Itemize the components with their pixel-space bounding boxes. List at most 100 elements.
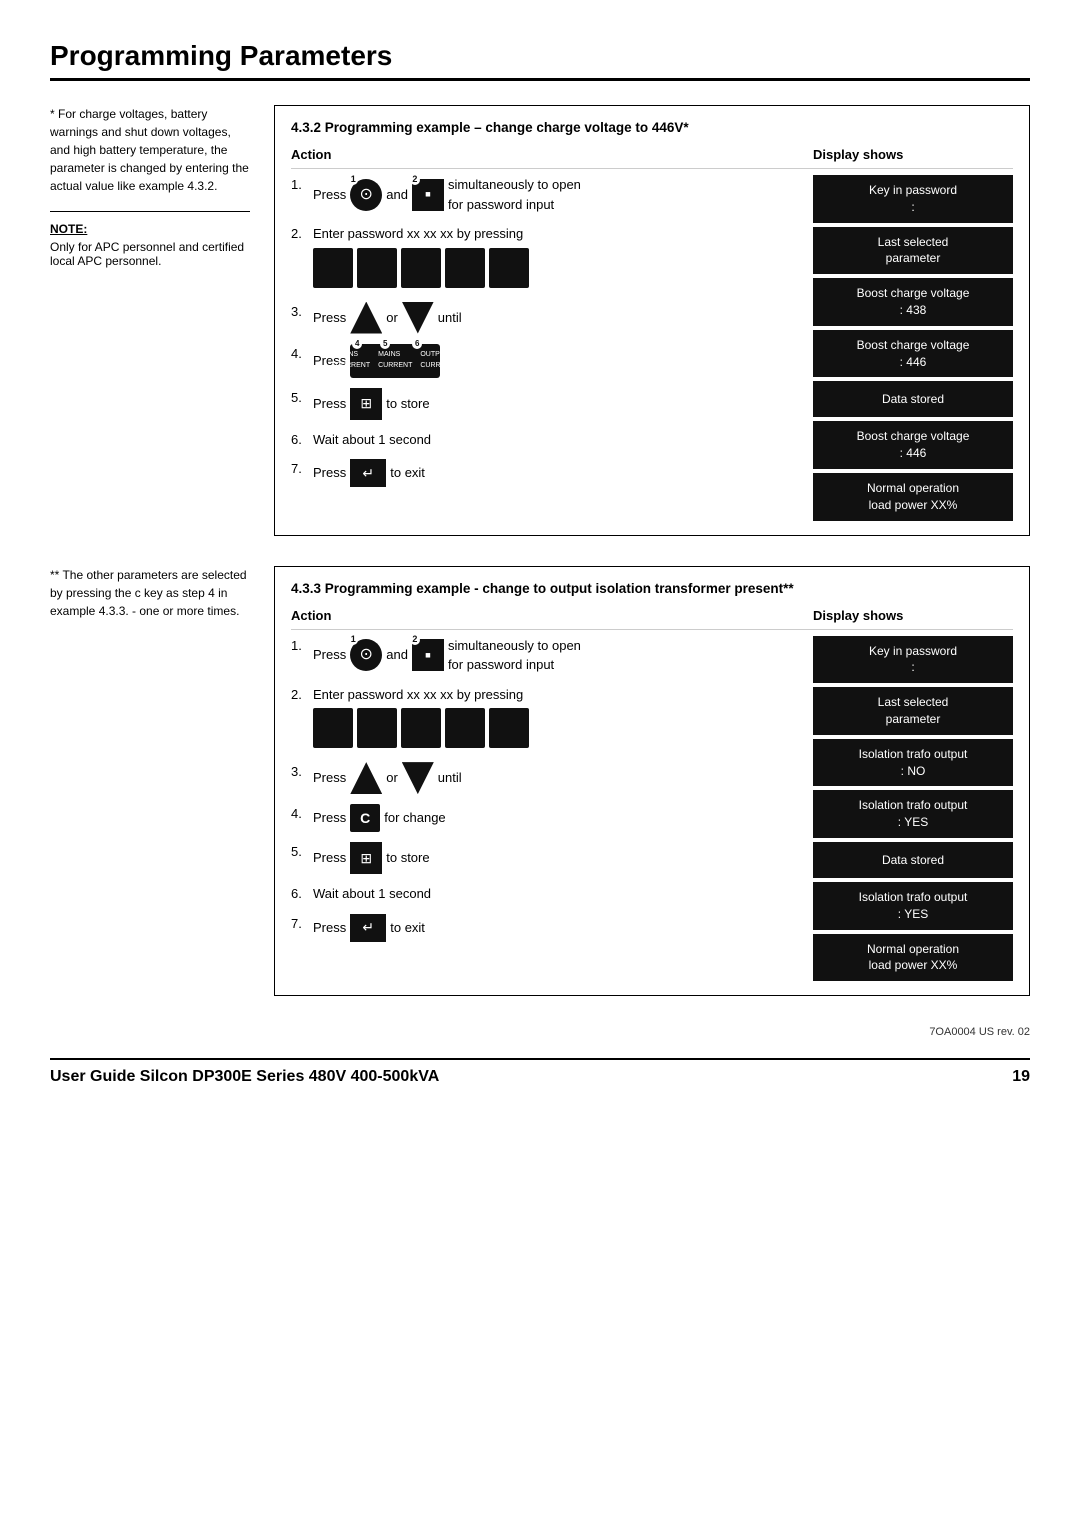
sidebar-1-note-sub: Only for APC personnel and certified loc… [50,240,250,268]
section-2-content: 4.3.3 Programming example - change to ou… [274,566,1030,997]
sidebar-1-note: * For charge voltages, battery warnings … [50,105,250,195]
section-2-table: Action Display shows 1. Press 1 ⊙ [291,608,1013,982]
section-1-content: 4.3.2 Programming example – change charg… [274,105,1030,536]
step-2-4: 4. Press C for change [291,804,813,832]
step-num-2-3: 3. [291,762,313,782]
step-body-2-6: Wait about 1 second [313,884,813,904]
display-item-1-5: Data stored [813,381,1013,417]
col-action-header-1: Action [291,147,813,169]
sq-btn-2-2 [357,708,397,748]
display-item-1-7: Normal operationload power XX% [813,473,1013,521]
multi-num-6: 6 [412,339,422,349]
display-item-1-4: Boost charge voltage: 446 [813,330,1013,378]
step-list-1: 1. Press 1 ⊙ and 2 ▪ [291,175,813,487]
step-body-2-3: Press or until [313,762,813,794]
display-items-1: Key in password: Last selectedparameter … [813,175,1013,521]
sq-btn-2-3 [401,708,441,748]
display-item-1-6: Boost charge voltage: 446 [813,421,1013,469]
display-item-2-7: Normal operationload power XX% [813,934,1013,982]
step-2-7-press: Press [313,918,346,938]
step-1-7-post: to exit [390,463,425,483]
step-1-7: 7. Press ↵ to exit [291,459,813,487]
btn-enter-2: ↵ [350,914,386,942]
step-body-1-3: Press or until [313,302,813,334]
section-1-table: Action Display shows 1. Press 1 ⊙ [291,147,1013,521]
btn-rect-1-1: 2 ▪ [412,179,444,211]
sidebar-2-note: ** The other parameters are selected by … [50,566,250,620]
section-2-steps: 1. Press 1 ⊙ and 2 ▪ [291,636,813,982]
sq-btn-2-1 [313,708,353,748]
step-1-1-post: simultaneously to openfor password input [448,175,581,214]
rect-icon: ▪ [425,181,431,208]
btn-arrow-up-2 [350,762,382,794]
page-footer: User Guide Silcon DP300E Series 480V 400… [50,1058,1030,1086]
step-2-4-press: Press [313,808,346,828]
step-2-1-press: Press [313,645,346,665]
step-2-5: 5. Press ⊞ to store [291,842,813,874]
step-2-6-text: Wait about 1 second [313,884,431,904]
display-items-2: Key in password: Last selectedparameter … [813,636,1013,982]
step-2-1: 1. Press 1 ⊙ and 2 ▪ [291,636,813,675]
step-1-3: 3. Press or until [291,302,813,334]
display-item-1-3: Boost charge voltage: 438 [813,278,1013,326]
step-body-1-5: Press ⊞ to store [313,388,813,420]
step-body-1-4: Press 4 5 6 MAINSCURRENT MAINSCURRENT OU… [313,344,813,378]
superscript-2-1: 1 [348,635,358,645]
multi-row: MAINSCURRENT MAINSCURRENT OUTPUTCURRENT [336,350,455,371]
step-2-5-press: Press [313,848,346,868]
superscript-1: 1 [348,175,358,185]
display-item-2-3: Isolation trafo output: NO [813,739,1013,787]
footer-title: User Guide Silcon DP300E Series 480V 400… [50,1068,439,1086]
sq-btn-3 [401,248,441,288]
section-1-display: Key in password: Last selectedparameter … [813,175,1013,521]
step-1-5-post: to store [386,394,429,414]
btn-c-2: C [350,804,380,832]
step-1-2: 2. Enter password xx xx xx by pressing [291,224,813,292]
step-2-3-until: until [438,768,462,788]
step-2-1-post: simultaneously to openfor password input [448,636,581,675]
step-num-1-1: 1. [291,175,313,195]
btn-circle-1-1: 1 ⊙ [350,179,382,211]
col-action-header-2: Action [291,608,813,630]
section-1-steps: 1. Press 1 ⊙ and 2 ▪ [291,175,813,521]
section-1: * For charge voltages, battery warnings … [50,105,1030,536]
sidebar-1: * For charge voltages, battery warnings … [50,105,250,536]
step-1-6-text: Wait about 1 second [313,430,431,450]
display-item-2-1: Key in password: [813,636,1013,684]
step-body-2-1: Press 1 ⊙ and 2 ▪ simultaneously to open… [313,636,813,675]
doc-ref: 7OA0004 US rev. 02 [50,1026,1030,1038]
step-body-2-4: Press C for change [313,804,813,832]
step-num-2-2: 2. [291,685,313,705]
step-2-1-and: and [386,645,408,665]
multi-label-mains-cur: MAINSCURRENT [336,350,370,371]
step-1-6: 6. Wait about 1 second [291,430,813,450]
step-1-3-press: Press [313,308,346,328]
multi-label-output-cur: OUTPUTCURRENT [420,350,454,371]
step-1-3-or: or [386,308,398,328]
step-1-1: 1. Press 1 ⊙ and 2 ▪ [291,175,813,214]
step-num-2-6: 6. [291,884,313,904]
step-body-1-7: Press ↵ to exit [313,459,813,487]
step-2-4-post: for change [384,808,445,828]
section-2: ** The other parameters are selected by … [50,566,1030,997]
step-1-5: 5. Press ⊞ to store [291,388,813,420]
step-num-2-4: 4. [291,804,313,824]
btn-enter-1: ↵ [350,459,386,487]
btn-rect-2-1: 2 ▪ [412,639,444,671]
step-num-1-5: 5. [291,388,313,408]
btn-grid-1: ⊞ [350,388,382,420]
display-item-1-1: Key in password: [813,175,1013,223]
sq-btn-1 [313,248,353,288]
display-item-2-2: Last selectedparameter [813,687,1013,735]
btn-grid-2: ⊞ [350,842,382,874]
step-2-6: 6. Wait about 1 second [291,884,813,904]
display-item-1-2: Last selectedparameter [813,227,1013,275]
col-display-header-1: Display shows [813,147,1013,169]
page-title: Programming Parameters [50,40,1030,72]
step-1-7-press: Press [313,463,346,483]
footer-page: 19 [1012,1068,1030,1086]
btn-circle-2-1: 1 ⊙ [350,639,382,671]
circle-icon: ⊙ [360,183,373,207]
step-num-2-7: 7. [291,914,313,934]
step-1-5-press: Press [313,394,346,414]
